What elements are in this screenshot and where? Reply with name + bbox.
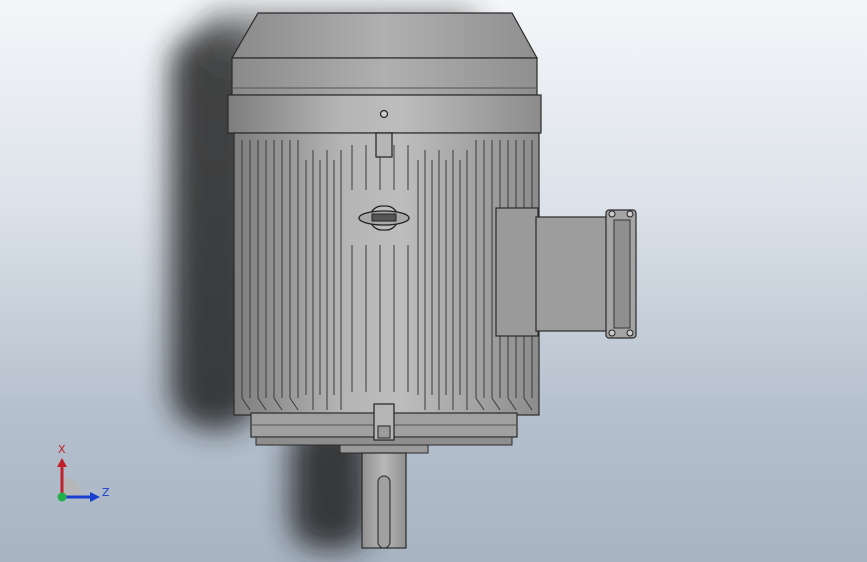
x-axis-label: X: [58, 443, 66, 456]
motor-frame: [233, 132, 540, 446]
motor-3d-model[interactable]: [0, 0, 867, 562]
eyebolt-hole-icon: [379, 109, 389, 119]
y-axis-dot: [57, 492, 67, 502]
fan-cover: [227, 12, 542, 134]
terminal-box: [535, 209, 637, 339]
graphics-viewport[interactable]: X Z: [0, 0, 867, 562]
z-axis-label: Z: [102, 486, 110, 499]
view-orientation-triad[interactable]: [50, 455, 112, 510]
